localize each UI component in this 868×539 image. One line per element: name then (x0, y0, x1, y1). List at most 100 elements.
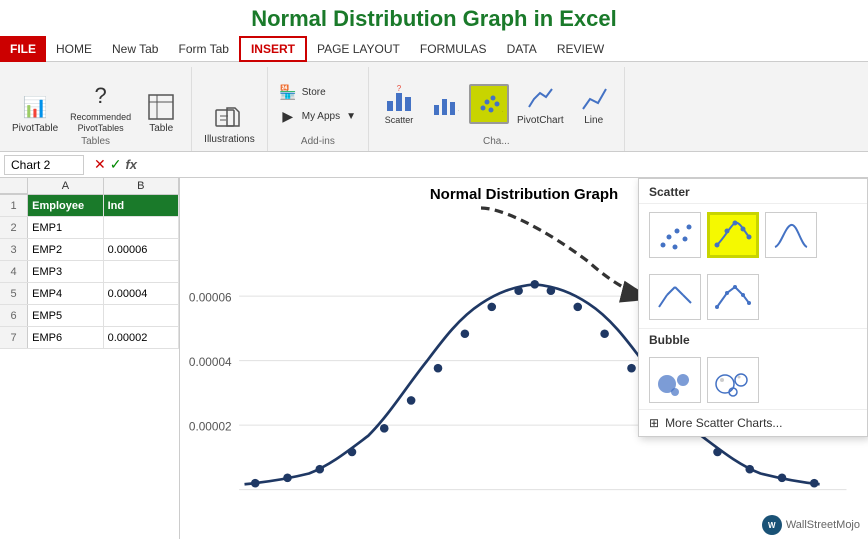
cell-b5[interactable]: 0.00004 (104, 283, 179, 304)
svg-text:▼: ▼ (501, 109, 503, 118)
cell-a5[interactable]: EMP4 (28, 283, 103, 304)
scatter-chart-button[interactable]: ▼ (469, 84, 509, 124)
col-header-b: B (104, 178, 179, 194)
cancel-icon[interactable]: ✕ (94, 156, 106, 173)
menu-insert[interactable]: INSERT (239, 36, 307, 62)
scatter-chart-icon: ▼ (473, 88, 505, 120)
row-num-7: 7 (0, 327, 28, 348)
row-num-header (0, 178, 28, 194)
scatter-linesonly-button[interactable] (649, 274, 701, 320)
table-row: 1 Employee Ind (0, 195, 179, 217)
fx-icon[interactable]: fx (125, 157, 137, 172)
table-row: 3 EMP2 0.00006 (0, 239, 179, 261)
table-row: 7 EMP6 0.00002 (0, 327, 179, 349)
pivotchart-icon (524, 83, 556, 115)
row-num-3: 3 (0, 239, 28, 260)
svg-text:?: ? (397, 84, 402, 93)
cell-b3[interactable]: 0.00006 (104, 239, 179, 260)
menu-bar: FILE HOME New Tab Form Tab INSERT PAGE L… (0, 36, 868, 62)
menu-review[interactable]: REVIEW (547, 36, 614, 62)
row-num-5: 5 (0, 283, 28, 304)
ribbon-group-tables: 📊 PivotTable ? RecommendedPivotTables Ta… (0, 67, 192, 151)
svg-text:▼: ▼ (457, 108, 459, 117)
line-chart-button[interactable]: Line (572, 79, 616, 128)
ribbon: 📊 PivotTable ? RecommendedPivotTables Ta… (0, 62, 868, 152)
pivottable-button[interactable]: 📊 PivotTable (8, 87, 62, 136)
menu-home[interactable]: HOME (46, 36, 102, 62)
table-row: 5 EMP4 0.00004 (0, 283, 179, 305)
scatter-smooth-lines-button[interactable] (707, 212, 759, 258)
cell-b1[interactable]: Ind (104, 195, 179, 216)
row-num-2: 2 (0, 217, 28, 238)
cell-b4[interactable] (104, 261, 179, 282)
cell-a3[interactable]: EMP2 (28, 239, 103, 260)
cell-b6[interactable] (104, 305, 179, 326)
svg-text:0.00006: 0.00006 (189, 291, 232, 305)
myapps-button[interactable]: ▶ My Apps ▼ (276, 105, 360, 127)
row-num-1: 1 (0, 195, 28, 216)
formula-input[interactable] (143, 156, 868, 174)
row-num-6: 6 (0, 305, 28, 326)
table-label: Table (149, 123, 173, 134)
bar-chart-icon: ▼ (429, 89, 461, 121)
store-label: Store (302, 87, 326, 98)
recommended-charts-label: Scatter (385, 115, 414, 126)
confirm-icon[interactable]: ✓ (110, 156, 122, 173)
menu-data[interactable]: DATA (497, 36, 547, 62)
row-num-4: 4 (0, 261, 28, 282)
column-header-row: A B (0, 178, 179, 195)
scatter-icons-row1 (639, 204, 867, 266)
cell-a4[interactable]: EMP3 (28, 261, 103, 282)
bubble-icons-row (639, 351, 867, 409)
ribbon-group-addins: 🏪 Store ▶ My Apps ▼ Add-ins (268, 67, 369, 151)
table-row: 2 EMP1 (0, 217, 179, 239)
cell-a6[interactable]: EMP5 (28, 305, 103, 326)
bubble-filled-button[interactable] (649, 357, 701, 403)
recommended-pivottables-icon: ? (85, 80, 117, 112)
recommended-charts-icon: ? (383, 83, 415, 115)
pivotchart-button[interactable]: PivotChart (513, 79, 568, 128)
menu-formtab[interactable]: Form Tab (168, 36, 238, 62)
menu-formulas[interactable]: FORMULAS (410, 36, 497, 62)
watermark: W WallStreetMojo (762, 515, 860, 535)
myapps-label: My Apps (302, 111, 340, 122)
pivotchart-label: PivotChart (517, 115, 564, 126)
menu-newtab[interactable]: New Tab (102, 36, 168, 62)
more-scatter-charts-button[interactable]: ⊞ More Scatter Charts... (639, 409, 867, 436)
more-scatter-label: More Scatter Charts... (665, 416, 782, 430)
table-icon (145, 91, 177, 123)
recommended-pivottables-button[interactable]: ? RecommendedPivotTables (66, 76, 135, 136)
col-header-a: A (28, 178, 103, 194)
scatter-straight-button[interactable] (707, 274, 759, 320)
cell-a7[interactable]: EMP6 (28, 327, 103, 348)
cell-b2[interactable] (104, 217, 179, 238)
page-title: Normal Distribution Graph in Excel (0, 0, 868, 36)
scatter-curved-button[interactable] (765, 212, 817, 258)
ribbon-group-charts: ? Scatter ▼ (369, 67, 625, 151)
scatter-grid-icon: ⊞ (649, 416, 659, 430)
pivottable-label: PivotTable (12, 123, 58, 134)
svg-text:0.00002: 0.00002 (189, 420, 232, 434)
menu-pagelayout[interactable]: PAGE LAYOUT (307, 36, 410, 62)
scatter-icons-row2 (639, 266, 867, 328)
bubble-section-title: Bubble (639, 328, 867, 351)
file-menu[interactable]: FILE (0, 36, 46, 62)
scatter-dots-button[interactable] (649, 212, 701, 258)
cell-a1[interactable]: Employee (28, 195, 103, 216)
bar-chart-button[interactable]: ▼ (425, 85, 465, 123)
table-button[interactable]: Table (139, 87, 183, 136)
cell-reference[interactable]: Chart 2 (4, 155, 84, 175)
charts-group-label: Cha... (483, 136, 510, 149)
store-button[interactable]: 🏪 Store (276, 81, 360, 103)
illustrations-icon (213, 102, 245, 134)
svg-text:0.00004: 0.00004 (189, 355, 232, 369)
table-row: 4 EMP3 (0, 261, 179, 283)
addins-group-label: Add-ins (301, 136, 335, 149)
recommended-charts-button[interactable]: ? Scatter (377, 79, 421, 128)
pivottable-icon: 📊 (19, 91, 51, 123)
cell-b7[interactable]: 0.00002 (104, 327, 179, 348)
bubble-3d-button[interactable] (707, 357, 759, 403)
illustrations-button[interactable]: Illustrations (200, 98, 259, 147)
table-row: 6 EMP5 (0, 305, 179, 327)
cell-a2[interactable]: EMP1 (28, 217, 103, 238)
